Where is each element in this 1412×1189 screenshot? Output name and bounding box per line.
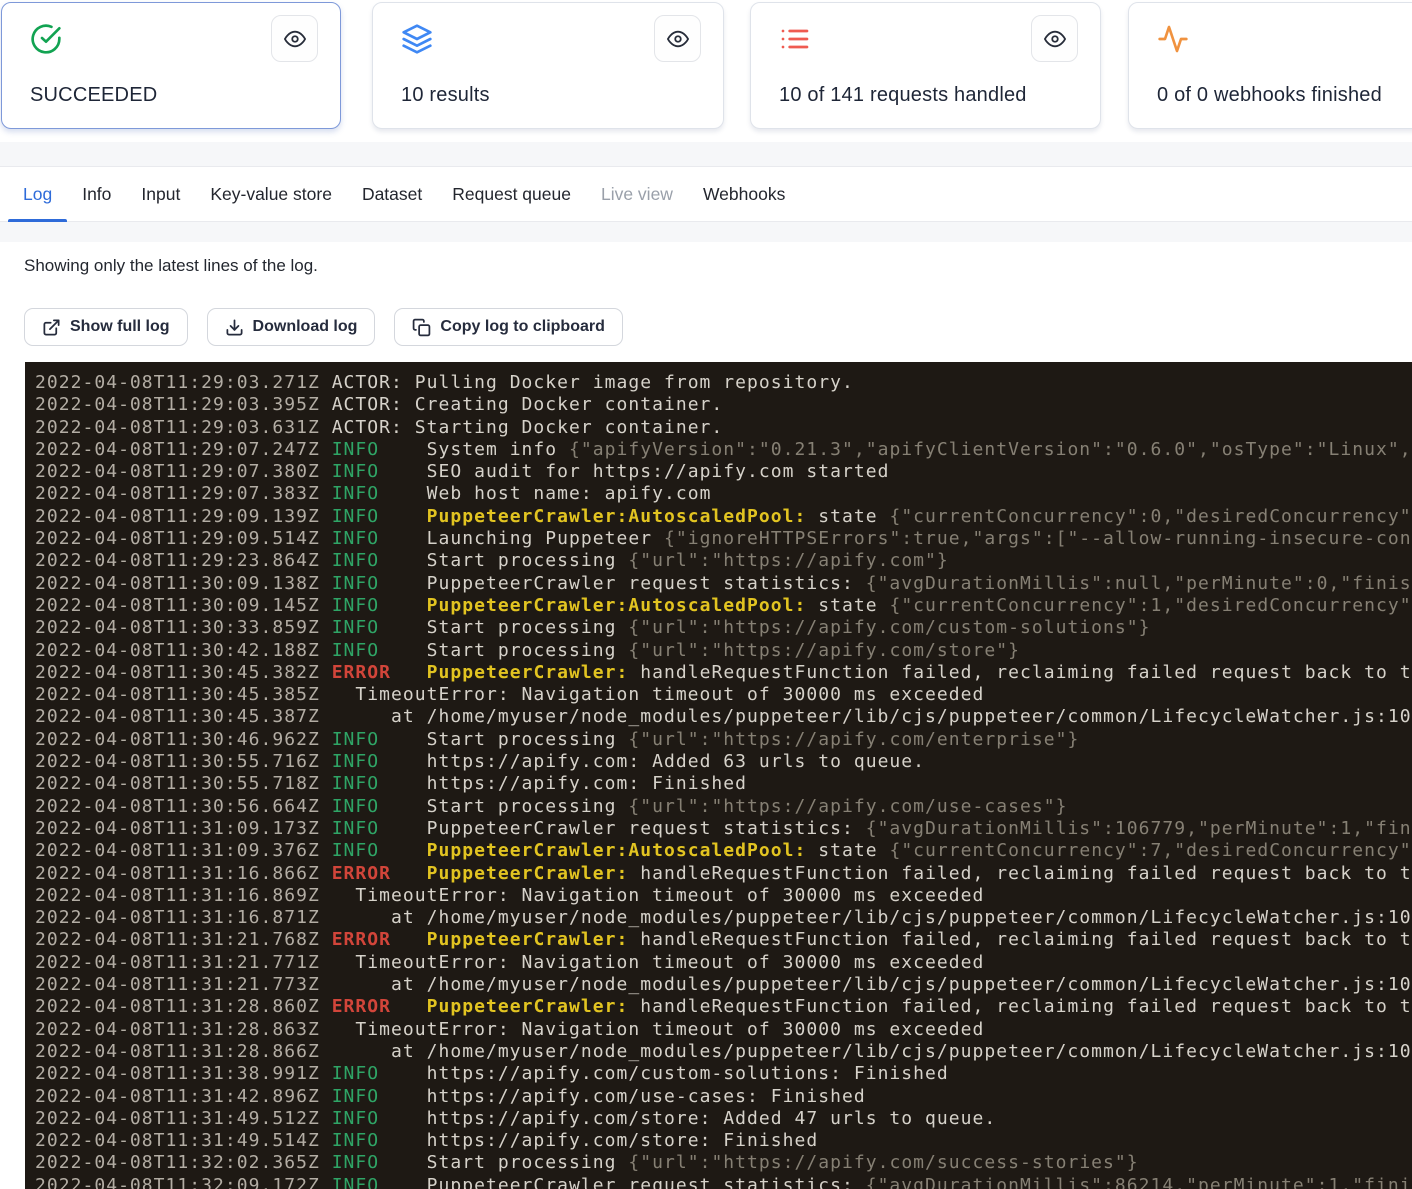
log-panel: Showing only the latest lines of the log… xyxy=(0,242,1412,1189)
log-line: 2022-04-08T11:31:21.771Z TimeoutError: N… xyxy=(35,952,1412,974)
log-line: 2022-04-08T11:29:03.631Z ACTOR: Starting… xyxy=(35,417,1412,439)
log-line: 2022-04-08T11:30:46.962Z INFO Start proc… xyxy=(35,729,1412,751)
copy-icon xyxy=(412,318,431,337)
log-line: 2022-04-08T11:31:16.866Z ERROR Puppeteer… xyxy=(35,863,1412,885)
status-card-requests: 10 of 141 requests handled xyxy=(750,2,1101,129)
log-line: 2022-04-08T11:29:09.514Z INFO Launching … xyxy=(35,528,1412,550)
tab-request-queue[interactable]: Request queue xyxy=(437,167,586,221)
log-line: 2022-04-08T11:31:49.512Z INFO https://ap… xyxy=(35,1108,1412,1130)
status-card-label: 10 of 141 requests handled xyxy=(779,84,1027,107)
log-line: 2022-04-08T11:29:07.247Z INFO System inf… xyxy=(35,439,1412,461)
log-line: 2022-04-08T11:30:09.138Z INFO PuppeteerC… xyxy=(35,573,1412,595)
status-card-label: 10 results xyxy=(401,84,490,107)
show-full-log-button[interactable]: Show full log xyxy=(24,308,188,346)
tab-label: Live view xyxy=(601,184,673,205)
actor-run-page: { "colors": { "accent": "#2e6bd9", "page… xyxy=(0,0,1412,1189)
layers-icon xyxy=(401,23,433,55)
tab-dataset[interactable]: Dataset xyxy=(347,167,437,221)
tab-input[interactable]: Input xyxy=(126,167,195,221)
log-line: 2022-04-08T11:30:42.188Z INFO Start proc… xyxy=(35,640,1412,662)
log-line: 2022-04-08T11:30:33.859Z INFO Start proc… xyxy=(35,617,1412,639)
log-line: 2022-04-08T11:31:09.376Z INFO PuppeteerC… xyxy=(35,840,1412,862)
copy-log-to-clipboard-button[interactable]: Copy log to clipboard xyxy=(394,308,622,346)
external-link-icon xyxy=(42,318,61,337)
eye-icon xyxy=(1044,28,1066,50)
tab-label: Log xyxy=(23,184,52,205)
log-line: 2022-04-08T11:31:28.866Z at /home/myuser… xyxy=(35,1041,1412,1063)
status-card-label: 0 of 0 webhooks finished xyxy=(1157,84,1382,107)
tab-label: Input xyxy=(141,184,180,205)
tab-key-value-store[interactable]: Key-value store xyxy=(195,167,347,221)
tab-bar: Log Info Input Key-value store Dataset R… xyxy=(0,166,1412,222)
tab-label: Dataset xyxy=(362,184,422,205)
action-button-label: Download log xyxy=(253,318,358,336)
tab-label: Webhooks xyxy=(703,184,785,205)
log-line: 2022-04-08T11:31:16.869Z TimeoutError: N… xyxy=(35,885,1412,907)
log-line: 2022-04-08T11:31:21.773Z at /home/myuser… xyxy=(35,974,1412,996)
tab-webhooks[interactable]: Webhooks xyxy=(688,167,800,221)
log-line: 2022-04-08T11:30:55.718Z INFO https://ap… xyxy=(35,773,1412,795)
divider-band xyxy=(0,222,1412,242)
log-line: 2022-04-08T11:30:55.716Z INFO https://ap… xyxy=(35,751,1412,773)
status-card-status: SUCCEEDED xyxy=(1,2,341,129)
external-link-icon xyxy=(42,318,61,337)
log-line: 2022-04-08T11:31:09.173Z INFO PuppeteerC… xyxy=(35,818,1412,840)
tab-label: Key-value store xyxy=(210,184,332,205)
log-line: 2022-04-08T11:31:28.860Z ERROR Puppeteer… xyxy=(35,996,1412,1018)
log-line: 2022-04-08T11:31:42.896Z INFO https://ap… xyxy=(35,1086,1412,1108)
log-line: 2022-04-08T11:30:09.145Z INFO PuppeteerC… xyxy=(35,595,1412,617)
log-notice: Showing only the latest lines of the log… xyxy=(24,256,318,276)
log-line: 2022-04-08T11:30:56.664Z INFO Start proc… xyxy=(35,796,1412,818)
tab-label: Request queue xyxy=(452,184,571,205)
activity-icon xyxy=(1157,23,1189,55)
copy-icon xyxy=(412,318,431,337)
log-line: 2022-04-08T11:30:45.382Z ERROR Puppeteer… xyxy=(35,662,1412,684)
eye-icon xyxy=(667,28,689,50)
list-icon xyxy=(779,23,811,55)
divider-band xyxy=(0,142,1412,166)
log-line: 2022-04-08T11:30:45.385Z TimeoutError: N… xyxy=(35,684,1412,706)
log-line: 2022-04-08T11:29:23.864Z INFO Start proc… xyxy=(35,550,1412,572)
log-line: 2022-04-08T11:31:49.514Z INFO https://ap… xyxy=(35,1130,1412,1152)
log-line: 2022-04-08T11:30:45.387Z at /home/myuser… xyxy=(35,706,1412,728)
status-card-results: 10 results xyxy=(372,2,724,129)
check-circle-icon xyxy=(30,23,62,55)
eye-icon xyxy=(284,28,306,50)
tab-live-view[interactable]: Live view xyxy=(586,167,688,221)
log-line: 2022-04-08T11:29:03.395Z ACTOR: Creating… xyxy=(35,394,1412,416)
activity-icon xyxy=(1157,23,1189,55)
log-line: 2022-04-08T11:32:09.172Z INFO PuppeteerC… xyxy=(35,1175,1412,1189)
check-circle-icon xyxy=(30,23,62,55)
layers-icon xyxy=(401,23,433,55)
tab-label: Info xyxy=(82,184,111,205)
card-eye-button[interactable] xyxy=(271,15,318,62)
download-icon xyxy=(225,318,244,337)
log-line: 2022-04-08T11:29:09.139Z INFO PuppeteerC… xyxy=(35,506,1412,528)
list-icon xyxy=(779,23,811,55)
card-eye-button[interactable] xyxy=(654,15,701,62)
status-card-label: SUCCEEDED xyxy=(30,84,157,107)
log-line: 2022-04-08T11:31:16.871Z at /home/myuser… xyxy=(35,907,1412,929)
tab-log[interactable]: Log xyxy=(8,167,67,221)
card-eye-button[interactable] xyxy=(1031,15,1078,62)
download-icon xyxy=(225,318,244,337)
status-card-webhooks: 0 of 0 webhooks finished xyxy=(1128,2,1412,129)
log-line: 2022-04-08T11:31:28.863Z TimeoutError: N… xyxy=(35,1019,1412,1041)
log-terminal[interactable]: 2022-04-08T11:29:03.271Z ACTOR: Pulling … xyxy=(25,362,1412,1189)
log-line: 2022-04-08T11:31:21.768Z ERROR Puppeteer… xyxy=(35,929,1412,951)
log-line: 2022-04-08T11:29:07.380Z INFO SEO audit … xyxy=(35,461,1412,483)
action-button-label: Copy log to clipboard xyxy=(440,318,604,336)
tab-info[interactable]: Info xyxy=(67,167,126,221)
log-actions: Show full log Download log Copy log to c… xyxy=(24,308,623,346)
log-line: 2022-04-08T11:32:02.365Z INFO Start proc… xyxy=(35,1152,1412,1174)
log-line: 2022-04-08T11:29:07.383Z INFO Web host n… xyxy=(35,483,1412,505)
log-line: 2022-04-08T11:29:03.271Z ACTOR: Pulling … xyxy=(35,372,1412,394)
action-button-label: Show full log xyxy=(70,318,170,336)
log-line: 2022-04-08T11:31:38.991Z INFO https://ap… xyxy=(35,1063,1412,1085)
status-cards-row: SUCCEEDED 10 results 10 of 141 requests … xyxy=(0,0,1412,142)
download-log-button[interactable]: Download log xyxy=(207,308,376,346)
